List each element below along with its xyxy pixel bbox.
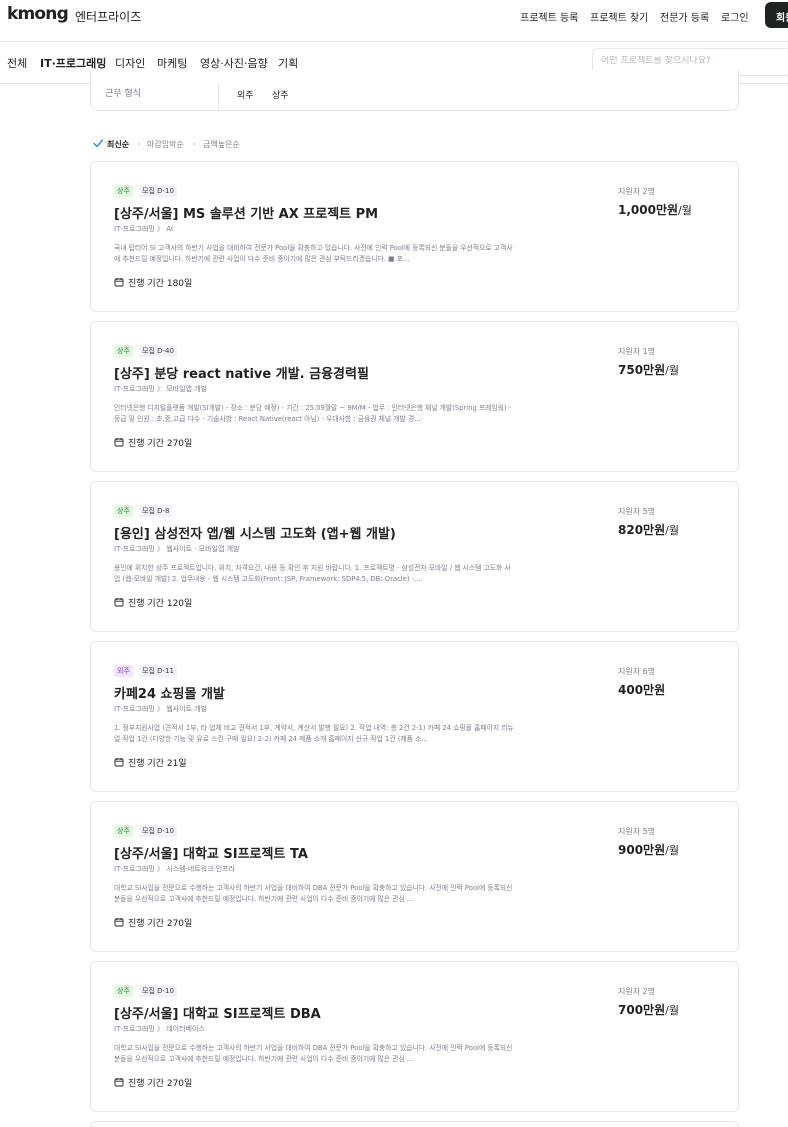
price-amount: 700만원	[618, 1003, 666, 1017]
project-description: 용인에 위치한 상주 프로젝트입니다. 위치, 자격요건, 내용 등 확인 후 …	[114, 564, 511, 583]
project-price: 400만원	[618, 681, 665, 698]
category-path: IT·프로그래밍 〉 웹사이트 개발	[114, 705, 208, 713]
applicant-count: 지원자 6명	[618, 667, 656, 676]
work-type-badge: 상주	[114, 345, 133, 357]
applicant-count: 지원자 5명	[618, 507, 656, 516]
filter-work-type-label: 근무 형식	[105, 89, 141, 99]
project-description: 대학교 SI사업을 전문으로 수행하는 고객사의 하반기 사업을 대비하여 DB…	[114, 884, 513, 903]
project-description: 인터넷은행 디지털플랫폼 개발(SI개발) - 장소 : 분당 예정) - 기간…	[114, 404, 512, 423]
price-unit: /월	[678, 204, 692, 217]
project-period: 진행 기간 270일	[128, 1079, 193, 1089]
project-description: 1. 정부지원사업 (견적서 1부, 타 업체 비교 견적서 1부, 계약서, …	[114, 724, 514, 743]
sort-deadline[interactable]: 마감임박순	[147, 139, 184, 150]
applicant-count: 지원자 5명	[618, 827, 656, 836]
work-type-badge: 외주	[114, 665, 133, 677]
work-type-badge: 상주	[114, 825, 133, 837]
project-price: 750만원/월	[618, 361, 679, 378]
price-amount: 820만원	[618, 523, 666, 537]
filter-divider	[218, 84, 219, 111]
work-type-badge: 상주	[114, 185, 133, 197]
price-amount: 750만원	[618, 363, 666, 377]
sort-amount[interactable]: 금액높은순	[203, 139, 240, 150]
filter-panel: 근무 형식 외주 상주	[90, 70, 739, 111]
nav-register-project[interactable]: 프로젝트 등록	[520, 9, 578, 24]
header-divider	[0, 41, 788, 42]
filter-option-onsite[interactable]: 상주	[272, 88, 289, 101]
deadline-badge: 모집 D-8	[139, 505, 173, 517]
price-unit: /월	[665, 844, 679, 857]
price-unit: /월	[665, 524, 679, 537]
project-title[interactable]: [용인] 삼성전자 앱/웹 시스템 고도화 (앱+웹 개발)	[114, 523, 396, 542]
nav-register-expert[interactable]: 전문가 등록	[660, 9, 709, 24]
project-title[interactable]: [상주/서울] MS 솔루션 기반 AX 프로젝트 PM	[114, 203, 378, 222]
category-path: IT·프로그래밍 〉 데이터베이스	[114, 1025, 205, 1033]
calendar-icon	[114, 278, 124, 287]
category-path: IT·프로그래밍 〉 AI	[114, 225, 174, 233]
category-design[interactable]: 디자인	[115, 55, 145, 71]
project-period: 진행 기간 120일	[128, 599, 193, 609]
project-card[interactable]: 상주 모집 D-10 [상주/서울] 대학교 SI프로젝트 TA IT·프로그래…	[90, 801, 739, 952]
filter-option-outsource[interactable]: 외주	[237, 88, 254, 101]
enterprise-label[interactable]: 엔터프라이즈	[75, 8, 141, 25]
deadline-badge: 모집 D-10	[139, 825, 177, 837]
project-price: 900만원/월	[618, 841, 679, 858]
price-amount: 900만원	[618, 843, 666, 857]
price-amount: 400만원	[618, 683, 666, 697]
category-path: IT·프로그래밍 〉 시스템·네트워크·인프라	[114, 865, 236, 873]
sort-latest[interactable]: 최신순	[107, 139, 129, 150]
nav-login[interactable]: 로그인	[721, 9, 749, 24]
project-card[interactable]: 상주 모집 D-40 [상주] 분당 react native 개발. 금융경력…	[90, 321, 739, 472]
work-type-badge: 상주	[114, 505, 133, 517]
project-card[interactable]: 상주 모집 D-10 [상주/서울] MS 솔루션 기반 AX 프로젝트 PM …	[90, 161, 739, 312]
project-card[interactable]: 외주 모집 D-11 카페24 쇼핑몰 개발 IT·프로그래밍 〉 웹사이트 개…	[90, 641, 739, 792]
project-period: 진행 기간 21일	[128, 759, 187, 769]
price-amount: 1,000만원	[618, 203, 679, 217]
project-price: 820만원/월	[618, 521, 679, 538]
project-title[interactable]: [상주/서울] 대학교 SI프로젝트 DBA	[114, 1003, 321, 1022]
search-input[interactable]	[601, 56, 786, 66]
kmong-logo[interactable]: kmong	[7, 4, 69, 24]
deadline-badge: 모집 D-11	[139, 665, 177, 677]
project-card[interactable]: 상주 모집 D-8 [용인] 삼성전자 앱/웹 시스템 고도화 (앱+웹 개발)…	[90, 481, 739, 632]
calendar-icon	[114, 598, 124, 607]
top-header: kmong 엔터프라이즈 프로젝트 등록 프로젝트 찾기 전문가 등록 로그인 …	[0, 0, 788, 32]
project-price: 1,000만원/월	[618, 201, 692, 218]
category-path: IT·프로그래밍 〉 웹사이트 · 모바일앱 개발	[114, 545, 240, 553]
deadline-badge: 모집 D-10	[139, 185, 177, 197]
project-period: 진행 기간 270일	[128, 439, 193, 449]
category-it-programming[interactable]: IT·프로그래밍	[40, 55, 106, 71]
applicant-count: 지원자 2명	[618, 987, 656, 996]
category-video-photo-audio[interactable]: 영상·사진·음향	[200, 55, 268, 71]
deadline-badge: 모집 D-10	[139, 985, 177, 997]
project-description: 대학교 SI사업을 전문으로 수행하는 고객사의 하반기 사업을 대비하여 DB…	[114, 1044, 513, 1063]
project-title[interactable]: 카페24 쇼핑몰 개발	[114, 683, 225, 702]
price-unit: /월	[665, 1004, 679, 1017]
project-title[interactable]: [상주] 분당 react native 개발. 금융경력필	[114, 363, 369, 382]
category-all[interactable]: 전체	[7, 55, 27, 71]
applicant-count: 지원자 1명	[618, 347, 656, 356]
project-card-partial[interactable]	[90, 1121, 739, 1127]
project-period: 진행 기간 180일	[128, 279, 193, 289]
calendar-icon	[114, 918, 124, 927]
check-icon	[93, 139, 104, 148]
sort-separator	[193, 143, 195, 145]
project-period: 진행 기간 270일	[128, 919, 193, 929]
work-type-badge: 상주	[114, 985, 133, 997]
project-card[interactable]: 상주 모집 D-10 [상주/서울] 대학교 SI프로젝트 DBA IT·프로그…	[90, 961, 739, 1112]
calendar-icon	[114, 438, 124, 447]
calendar-icon	[114, 1078, 124, 1087]
nav-find-project[interactable]: 프로젝트 찾기	[590, 9, 648, 24]
applicant-count: 지원자 2명	[618, 187, 656, 196]
signup-button[interactable]: 회원가입	[765, 2, 788, 28]
category-marketing[interactable]: 마케팅	[157, 55, 187, 71]
price-unit: /월	[665, 364, 679, 377]
calendar-icon	[114, 758, 124, 767]
category-path: IT·프로그래밍 〉 모바일앱 개발	[114, 385, 208, 393]
project-price: 700만원/월	[618, 1001, 679, 1018]
project-description: 국내 탑티어 SI 고객사의 하반기 사업을 대비하여 전문가 Pool을 확충…	[114, 244, 513, 263]
sort-separator	[138, 143, 140, 145]
deadline-badge: 모집 D-40	[139, 345, 177, 357]
project-title[interactable]: [상주/서울] 대학교 SI프로젝트 TA	[114, 843, 308, 862]
category-planning[interactable]: 기획	[278, 55, 298, 71]
